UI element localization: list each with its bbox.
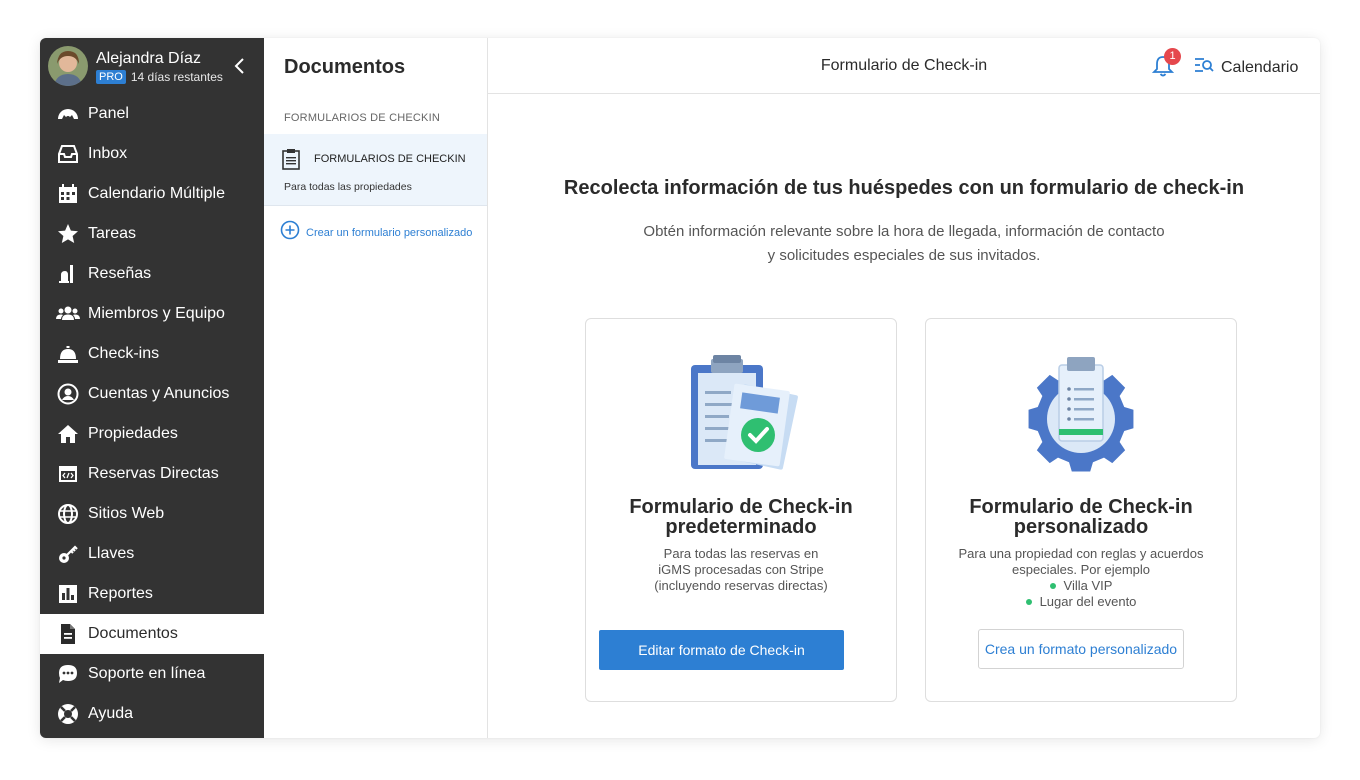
default-form-description: Para todas las reservas en iGMS procesad… <box>654 546 828 593</box>
calendar-link[interactable]: Calendario <box>1194 56 1298 79</box>
list-item: Villa VIP <box>936 578 1226 594</box>
sidebar-item-sitios-web[interactable]: Sitios Web <box>40 494 264 534</box>
sidebar-item-cuentas[interactable]: Cuentas y Anuncios <box>40 374 264 414</box>
review-icon <box>56 262 80 286</box>
key-icon <box>56 542 80 566</box>
sidebar-item-inbox[interactable]: Inbox <box>40 134 264 174</box>
plus-circle-icon <box>280 220 300 245</box>
default-form-card: Formulario de Check-in predeterminado Pa… <box>585 318 897 702</box>
bullet-dot-icon <box>1049 583 1056 589</box>
chat-icon <box>56 662 80 686</box>
main-headline: Recolecta información de tus huéspedes c… <box>563 177 1245 199</box>
user-circle-icon <box>56 382 80 406</box>
custom-form-card: Formulario de Check-in personalizado Par… <box>925 318 1237 702</box>
create-custom-form-link[interactable]: Crear un formulario personalizado <box>280 220 472 245</box>
sidebar-item-documentos[interactable]: Documentos <box>40 614 264 654</box>
gear-document-illustration <box>926 355 1236 475</box>
code-window-icon <box>56 462 80 486</box>
main-content: Formulario de Check-in 1 Calendario Reco… <box>488 38 1320 738</box>
avatar[interactable] <box>48 46 88 86</box>
sidebar-nav: Panel Inbox Calendario Múltiple Tareas R… <box>40 94 264 734</box>
top-bar: Formulario de Check-in 1 Calendario <box>488 38 1320 94</box>
inbox-icon <box>56 142 80 166</box>
sidebar-item-check-ins[interactable]: Check-ins <box>40 334 264 374</box>
home-icon <box>56 422 80 446</box>
sidebar-item-ayuda[interactable]: Ayuda <box>40 694 264 734</box>
edit-checkin-format-button[interactable]: Editar formato de Check-in <box>599 630 844 670</box>
checkin-forms-subtitle: Para todas las propiedades <box>284 181 412 193</box>
bar-chart-icon <box>56 582 80 606</box>
default-form-title: Formulario de Check-in predeterminado <box>629 496 853 538</box>
plan-badge: PRO <box>96 69 126 84</box>
main-description: Obtén información relevante sobre la hor… <box>643 223 1165 264</box>
document-icon <box>56 622 80 646</box>
documents-panel: Documentos FORMULARIOS DE CHECKIN FORMUL… <box>264 38 488 738</box>
sidebar-item-panel[interactable]: Panel <box>40 94 264 134</box>
sidebar-item-resenas[interactable]: Reseñas <box>40 254 264 294</box>
clipboard-icon <box>282 148 302 170</box>
calendar-search-icon <box>1194 56 1214 79</box>
documents-title: Documentos <box>284 56 406 78</box>
star-icon <box>56 222 80 246</box>
trial-days-left: 14 días restantes <box>130 69 223 84</box>
section-heading: FORMULARIOS DE CHECKIN <box>284 112 440 124</box>
custom-form-description: Para una propiedad con reglas y acuerdos… <box>936 546 1226 610</box>
bullet-dot-icon <box>1025 599 1032 605</box>
sidebar: Alejandra Díaz PRO 14 días restantes Pan… <box>40 38 264 738</box>
custom-form-title: Formulario de Check-in personalizado <box>969 496 1193 538</box>
collapse-sidebar-icon[interactable] <box>230 56 250 76</box>
globe-icon <box>56 502 80 526</box>
sidebar-item-propiedades[interactable]: Propiedades <box>40 414 264 454</box>
sidebar-item-miembros[interactable]: Miembros y Equipo <box>40 294 264 334</box>
lifebuoy-icon <box>56 702 80 726</box>
sidebar-item-llaves[interactable]: Llaves <box>40 534 264 574</box>
create-custom-format-button[interactable]: Crea un formato personalizado <box>978 629 1184 669</box>
sidebar-item-calendario-multiple[interactable]: Calendario Múltiple <box>40 174 264 214</box>
service-bell-icon <box>56 342 80 366</box>
notification-count-badge: 1 <box>1164 48 1181 65</box>
clipboard-check-illustration <box>586 355 896 475</box>
team-icon <box>56 302 80 326</box>
sidebar-item-soporte[interactable]: Soporte en línea <box>40 654 264 694</box>
app-window: Alejandra Díaz PRO 14 días restantes Pan… <box>40 38 1320 738</box>
checkin-forms-title: FORMULARIOS DE CHECKIN <box>314 153 466 165</box>
profile-name: Alejandra Díaz <box>96 49 201 67</box>
sidebar-item-reservas-directas[interactable]: Reservas Directas <box>40 454 264 494</box>
calendar-icon <box>56 182 80 206</box>
dashboard-icon <box>56 102 80 126</box>
example-list: Villa VIP Lugar del evento <box>936 578 1226 610</box>
list-item: Lugar del evento <box>936 594 1226 610</box>
sidebar-item-tareas[interactable]: Tareas <box>40 214 264 254</box>
profile-header[interactable]: Alejandra Díaz PRO 14 días restantes <box>40 38 264 94</box>
sidebar-item-reportes[interactable]: Reportes <box>40 574 264 614</box>
checkin-forms-item[interactable]: FORMULARIOS DE CHECKIN Para todas las pr… <box>264 134 487 206</box>
